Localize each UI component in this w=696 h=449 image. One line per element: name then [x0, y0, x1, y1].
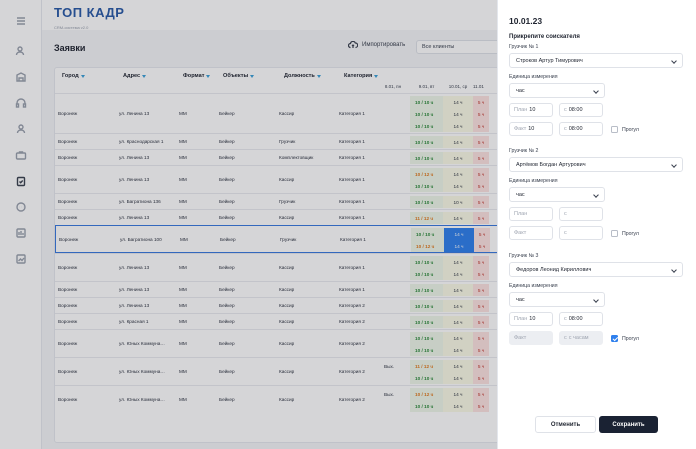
chevron-down-icon: [671, 162, 677, 168]
absence-checkbox[interactable]: [611, 335, 618, 342]
fact-time-value: 08:00: [568, 126, 583, 132]
from-placeholder: с: [564, 126, 567, 132]
loader-name: Артёмов Богдан Артурович: [516, 162, 586, 168]
chevron-down-icon: [593, 88, 599, 94]
loader-label: Грузчик № 1: [509, 44, 539, 50]
unit-label: Единица измерения: [509, 178, 558, 184]
fact-time-value: с часам: [568, 335, 589, 341]
start-time-input[interactable]: с: [559, 207, 603, 221]
loader-label: Грузчик № 2: [509, 148, 539, 154]
fact-input[interactable]: Факт 10: [509, 122, 553, 136]
plan-input[interactable]: План 10: [509, 312, 553, 326]
fact-time-input[interactable]: с: [559, 226, 603, 240]
unit-select[interactable]: час: [509, 83, 605, 98]
fact-input[interactable]: Факт: [509, 226, 553, 240]
from-placeholder: с: [564, 107, 567, 113]
unit-label: Единица измерения: [509, 283, 558, 289]
unit-value: час: [516, 297, 525, 303]
loader-name: Федоров Леонид Кириллович: [516, 267, 592, 273]
chevron-down-icon: [593, 192, 599, 198]
absence-label: Прогул: [622, 336, 639, 342]
plan-input[interactable]: План: [509, 207, 553, 221]
fact-value: 10: [528, 126, 535, 132]
from-placeholder: с: [564, 211, 567, 217]
fact-input[interactable]: Факт: [509, 331, 553, 345]
unit-value: час: [516, 88, 525, 94]
unit-select[interactable]: час: [509, 187, 605, 202]
start-time-value: 08:00: [568, 107, 583, 113]
unit-value: час: [516, 192, 525, 198]
absence-checkbox[interactable]: [611, 126, 618, 133]
unit-select[interactable]: час: [509, 292, 605, 307]
fact-placeholder: Факт: [514, 126, 527, 132]
plan-placeholder: План: [514, 316, 528, 322]
from-placeholder: с: [564, 335, 567, 341]
start-time-input[interactable]: с 08:00: [559, 312, 603, 326]
start-time-input[interactable]: с 08:00: [559, 103, 603, 117]
plan-placeholder: План: [514, 107, 528, 113]
panel-subtitle: Прикрепите соискателя: [509, 34, 580, 40]
absence-label: Прогул: [622, 127, 639, 133]
fact-time-input[interactable]: сс часам: [559, 331, 603, 345]
from-placeholder: с: [564, 316, 567, 322]
loader-select[interactable]: Строков Артур Тимурович: [509, 53, 683, 68]
loader-select[interactable]: Артёмов Богдан Артурович: [509, 157, 683, 172]
modal-backdrop[interactable]: [0, 0, 497, 449]
start-time-value: 08:00: [568, 316, 583, 322]
chevron-down-icon: [593, 297, 599, 303]
cancel-button[interactable]: Отменить: [535, 416, 596, 433]
plan-input[interactable]: План 10: [509, 103, 553, 117]
fact-placeholder: Факт: [514, 230, 527, 236]
chevron-down-icon: [671, 267, 677, 273]
plan-placeholder: План: [514, 211, 528, 217]
fact-time-input[interactable]: с 08:00: [559, 122, 603, 136]
fact-placeholder: Факт: [514, 335, 527, 341]
panel-date: 10.01.23: [509, 16, 543, 26]
plan-value: 10: [529, 107, 536, 113]
loader-name: Строков Артур Тимурович: [516, 58, 583, 64]
save-button[interactable]: Сохранить: [599, 416, 658, 433]
chevron-down-icon: [671, 58, 677, 64]
assign-panel: 10.01.23 Прикрепите соискателя Грузчик №…: [497, 0, 696, 449]
plan-value: 10: [529, 316, 536, 322]
loader-select[interactable]: Федоров Леонид Кириллович: [509, 262, 683, 277]
loader-label: Грузчик № 3: [509, 253, 539, 259]
from-placeholder: с: [564, 230, 567, 236]
absence-label: Прогул: [622, 231, 639, 237]
unit-label: Единица измерения: [509, 74, 558, 80]
absence-checkbox[interactable]: [611, 230, 618, 237]
